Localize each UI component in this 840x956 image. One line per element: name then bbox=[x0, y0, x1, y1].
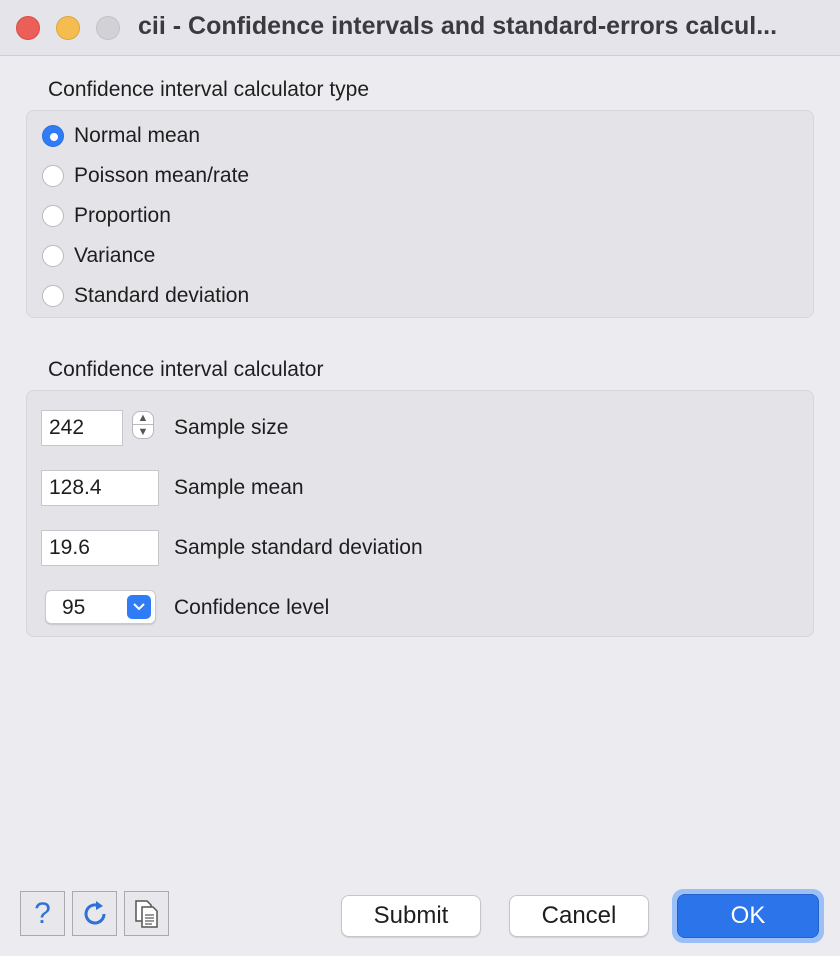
copy-button[interactable] bbox=[124, 891, 169, 936]
zoom-window-button[interactable] bbox=[96, 16, 120, 40]
radio-button[interactable] bbox=[42, 165, 64, 187]
radio-button[interactable] bbox=[42, 205, 64, 227]
sample-sd-input[interactable]: 19.6 bbox=[41, 530, 159, 566]
sample-size-stepper[interactable]: ▲ ▼ bbox=[132, 411, 158, 443]
radio-proportion[interactable]: Proportion bbox=[42, 201, 171, 231]
radio-normal-mean[interactable]: Normal mean bbox=[42, 121, 200, 151]
chevron-down-icon[interactable] bbox=[127, 595, 151, 619]
stepper-up-icon[interactable]: ▲ bbox=[132, 411, 154, 425]
sample-sd-label: Sample standard deviation bbox=[174, 536, 423, 559]
calculator-type-heading: Confidence interval calculator type bbox=[48, 78, 370, 101]
sample-mean-label: Sample mean bbox=[174, 476, 304, 499]
submit-button[interactable]: Submit bbox=[341, 895, 481, 937]
radio-button-checked[interactable] bbox=[42, 125, 64, 147]
cancel-button[interactable]: Cancel bbox=[509, 895, 649, 937]
radio-label: Poisson mean/rate bbox=[74, 164, 250, 187]
stepper-down-icon[interactable]: ▼ bbox=[132, 425, 154, 439]
reset-icon bbox=[84, 900, 105, 924]
ok-button[interactable]: OK bbox=[677, 894, 819, 938]
radio-poisson-mean-rate[interactable]: Poisson mean/rate bbox=[42, 161, 249, 191]
radio-label: Standard deviation bbox=[74, 284, 250, 307]
help-button[interactable]: ? bbox=[20, 891, 65, 936]
radio-label: Proportion bbox=[74, 204, 171, 227]
radio-label: Variance bbox=[74, 244, 156, 267]
help-icon: ? bbox=[34, 896, 51, 930]
sample-size-input[interactable]: 242 bbox=[41, 410, 123, 446]
reset-button[interactable] bbox=[72, 891, 117, 936]
sample-size-label: Sample size bbox=[174, 416, 289, 439]
minimize-window-button[interactable] bbox=[56, 16, 80, 40]
ok-button-focus-ring: OK bbox=[672, 889, 824, 943]
radio-standard-deviation[interactable]: Standard deviation bbox=[42, 281, 249, 311]
title-bar: cii - Confidence intervals and standard-… bbox=[0, 0, 840, 56]
radio-button[interactable] bbox=[42, 245, 64, 267]
copy-icon bbox=[134, 899, 158, 928]
calculator-heading: Confidence interval calculator bbox=[48, 358, 324, 381]
sample-mean-input[interactable]: 128.4 bbox=[41, 470, 159, 506]
radio-button[interactable] bbox=[42, 285, 64, 307]
confidence-level-value: 95 bbox=[62, 596, 86, 619]
confidence-level-select[interactable]: 95 bbox=[45, 590, 156, 624]
radio-variance[interactable]: Variance bbox=[42, 241, 155, 271]
window-title: cii - Confidence intervals and standard-… bbox=[138, 12, 778, 40]
radio-label: Normal mean bbox=[74, 124, 201, 147]
close-window-button[interactable] bbox=[16, 16, 40, 40]
confidence-level-label: Confidence level bbox=[174, 596, 330, 619]
